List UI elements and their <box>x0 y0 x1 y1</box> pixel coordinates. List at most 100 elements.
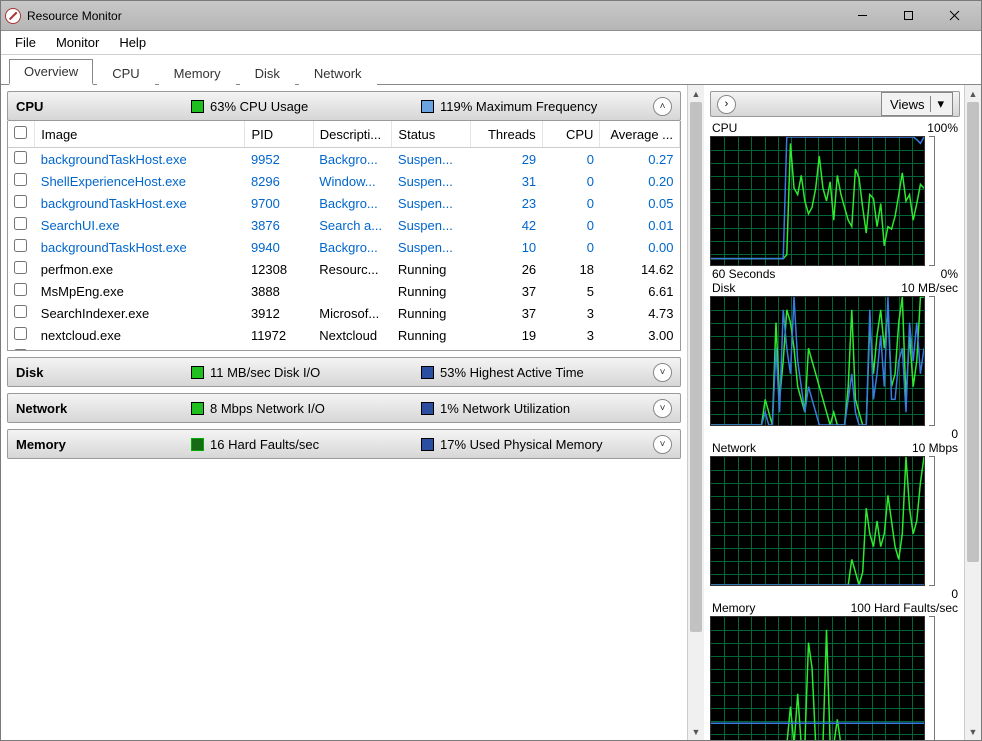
cell-threads: 31 <box>471 170 542 192</box>
table-row[interactable]: nextcloud.exe 11972 Nextcloud Running 19… <box>8 324 680 346</box>
table-row[interactable]: SearchIndexer.exe 3912 Microsof... Runni… <box>8 302 680 324</box>
cell-description: Backgro... <box>313 148 392 171</box>
cpu-panel-header[interactable]: CPU 63% CPU Usage 119% Maximum Frequency… <box>7 91 681 121</box>
app-icon <box>5 8 21 24</box>
cell-threads: 19 <box>471 324 542 346</box>
titlebar: Resource Monitor <box>1 1 981 31</box>
cpu-freq-swatch <box>421 100 434 113</box>
network-expand-button[interactable]: ˅ <box>653 399 672 418</box>
scroll-down-icon[interactable]: ▼ <box>688 723 704 740</box>
menu-file[interactable]: File <box>5 32 46 53</box>
memory-panel-header[interactable]: Memory 16 Hard Faults/sec 17% Used Physi… <box>7 429 681 459</box>
row-checkbox[interactable] <box>14 349 27 351</box>
chart-min-label: 0 <box>951 427 958 441</box>
cell-pid: 11012 <box>245 346 313 351</box>
network-io-label: 8 Mbps Network I/O <box>210 401 325 416</box>
disk-active-swatch <box>421 366 434 379</box>
row-checkbox[interactable] <box>14 217 27 230</box>
disk-io-swatch <box>191 366 204 379</box>
cpu-collapse-button[interactable]: ˄ <box>653 97 672 116</box>
col-average[interactable]: Average ... <box>600 121 680 148</box>
close-button[interactable] <box>931 2 977 30</box>
network-util-swatch <box>421 402 434 415</box>
row-checkbox[interactable] <box>14 261 27 274</box>
row-checkbox[interactable] <box>14 195 27 208</box>
cell-image: nextcloud.exe <box>35 324 245 346</box>
cell-threads: 29 <box>471 148 542 171</box>
col-checkbox[interactable] <box>8 121 35 148</box>
scroll-down-icon[interactable]: ▼ <box>965 723 981 740</box>
row-checkbox[interactable] <box>14 283 27 296</box>
cell-pid: 3888 <box>245 280 313 302</box>
table-row[interactable]: MsMpEng.exe 3888 Running 37 5 6.61 <box>8 280 680 302</box>
cell-average: 14.62 <box>600 258 680 280</box>
cpu-table-container[interactable]: Image PID Descripti... Status Threads CP… <box>7 121 681 351</box>
row-checkbox[interactable] <box>14 173 27 186</box>
collapse-charts-button[interactable]: › <box>717 95 736 114</box>
cell-description: Runtime... <box>313 346 392 351</box>
disk-expand-button[interactable]: ˅ <box>653 363 672 382</box>
cell-description: Microsof... <box>313 302 392 324</box>
row-checkbox[interactable] <box>14 327 27 340</box>
col-image[interactable]: Image <box>35 121 245 148</box>
cpu-table-header[interactable]: Image PID Descripti... Status Threads CP… <box>8 121 680 148</box>
table-row[interactable]: RuntimeBroker.exe 11012 Runtime... Runni… <box>8 346 680 351</box>
views-dropdown[interactable]: Views▾ <box>881 92 953 116</box>
table-row[interactable]: SearchUI.exe 3876 Search a... Suspen... … <box>8 214 680 236</box>
scroll-up-icon[interactable]: ▲ <box>688 85 704 102</box>
cell-description: Window... <box>313 170 392 192</box>
right-scrollbar[interactable]: ▲ ▼ <box>964 85 981 740</box>
table-row[interactable]: ShellExperienceHost.exe 8296 Window... S… <box>8 170 680 192</box>
cell-description <box>313 280 392 302</box>
table-row[interactable]: backgroundTaskHost.exe 9940 Backgro... S… <box>8 236 680 258</box>
cell-cpu: 0 <box>542 346 600 351</box>
cell-image: SearchIndexer.exe <box>35 302 245 324</box>
menu-help[interactable]: Help <box>109 32 156 53</box>
col-threads[interactable]: Threads <box>471 121 542 148</box>
network-panel-title: Network <box>16 401 191 416</box>
menu-monitor[interactable]: Monitor <box>46 32 109 53</box>
cell-status: Suspen... <box>392 170 471 192</box>
col-description[interactable]: Descripti... <box>313 121 392 148</box>
cell-cpu: 5 <box>542 280 600 302</box>
table-row[interactable]: backgroundTaskHost.exe 9952 Backgro... S… <box>8 148 680 171</box>
col-pid[interactable]: PID <box>245 121 313 148</box>
tab-cpu[interactable]: CPU <box>97 61 154 85</box>
tab-disk[interactable]: Disk <box>240 61 295 85</box>
cell-cpu: 0 <box>542 236 600 258</box>
memory-expand-button[interactable]: ˅ <box>653 435 672 454</box>
tab-network[interactable]: Network <box>299 61 377 85</box>
network-panel-header[interactable]: Network 8 Mbps Network I/O 1% Network Ut… <box>7 393 681 423</box>
col-cpu[interactable]: CPU <box>542 121 600 148</box>
chart-canvas <box>710 616 925 740</box>
scroll-thumb[interactable] <box>690 102 702 632</box>
scroll-thumb[interactable] <box>967 102 979 562</box>
cell-average: 4.73 <box>600 302 680 324</box>
scroll-up-icon[interactable]: ▲ <box>965 85 981 102</box>
cell-cpu: 0 <box>542 170 600 192</box>
row-checkbox[interactable] <box>14 239 27 252</box>
chart-title: Disk <box>712 281 735 295</box>
left-scrollbar[interactable]: ▲ ▼ <box>687 85 704 740</box>
col-status[interactable]: Status <box>392 121 471 148</box>
dropdown-arrow-icon: ▾ <box>937 96 944 112</box>
row-checkbox[interactable] <box>14 151 27 164</box>
tab-memory[interactable]: Memory <box>159 61 236 85</box>
row-checkbox[interactable] <box>14 305 27 318</box>
chart-cpu: CPU100%60 Seconds0% <box>710 121 960 281</box>
disk-panel-header[interactable]: Disk 11 MB/sec Disk I/O 53% Highest Acti… <box>7 357 681 387</box>
table-row[interactable]: backgroundTaskHost.exe 9700 Backgro... S… <box>8 192 680 214</box>
cell-average: 0.27 <box>600 148 680 171</box>
network-util-label: 1% Network Utilization <box>440 401 570 416</box>
minimize-button[interactable] <box>839 2 885 30</box>
cell-average: 0.05 <box>600 192 680 214</box>
table-row[interactable]: perfmon.exe 12308 Resourc... Running 26 … <box>8 258 680 280</box>
cell-pid: 12308 <box>245 258 313 280</box>
select-all-checkbox[interactable] <box>14 126 27 139</box>
maximize-button[interactable] <box>885 2 931 30</box>
cell-status: Running <box>392 280 471 302</box>
chart-title: Memory <box>712 601 755 615</box>
tab-overview[interactable]: Overview <box>9 59 93 85</box>
cell-threads: 37 <box>471 302 542 324</box>
chart-min-label: 0 <box>951 587 958 601</box>
